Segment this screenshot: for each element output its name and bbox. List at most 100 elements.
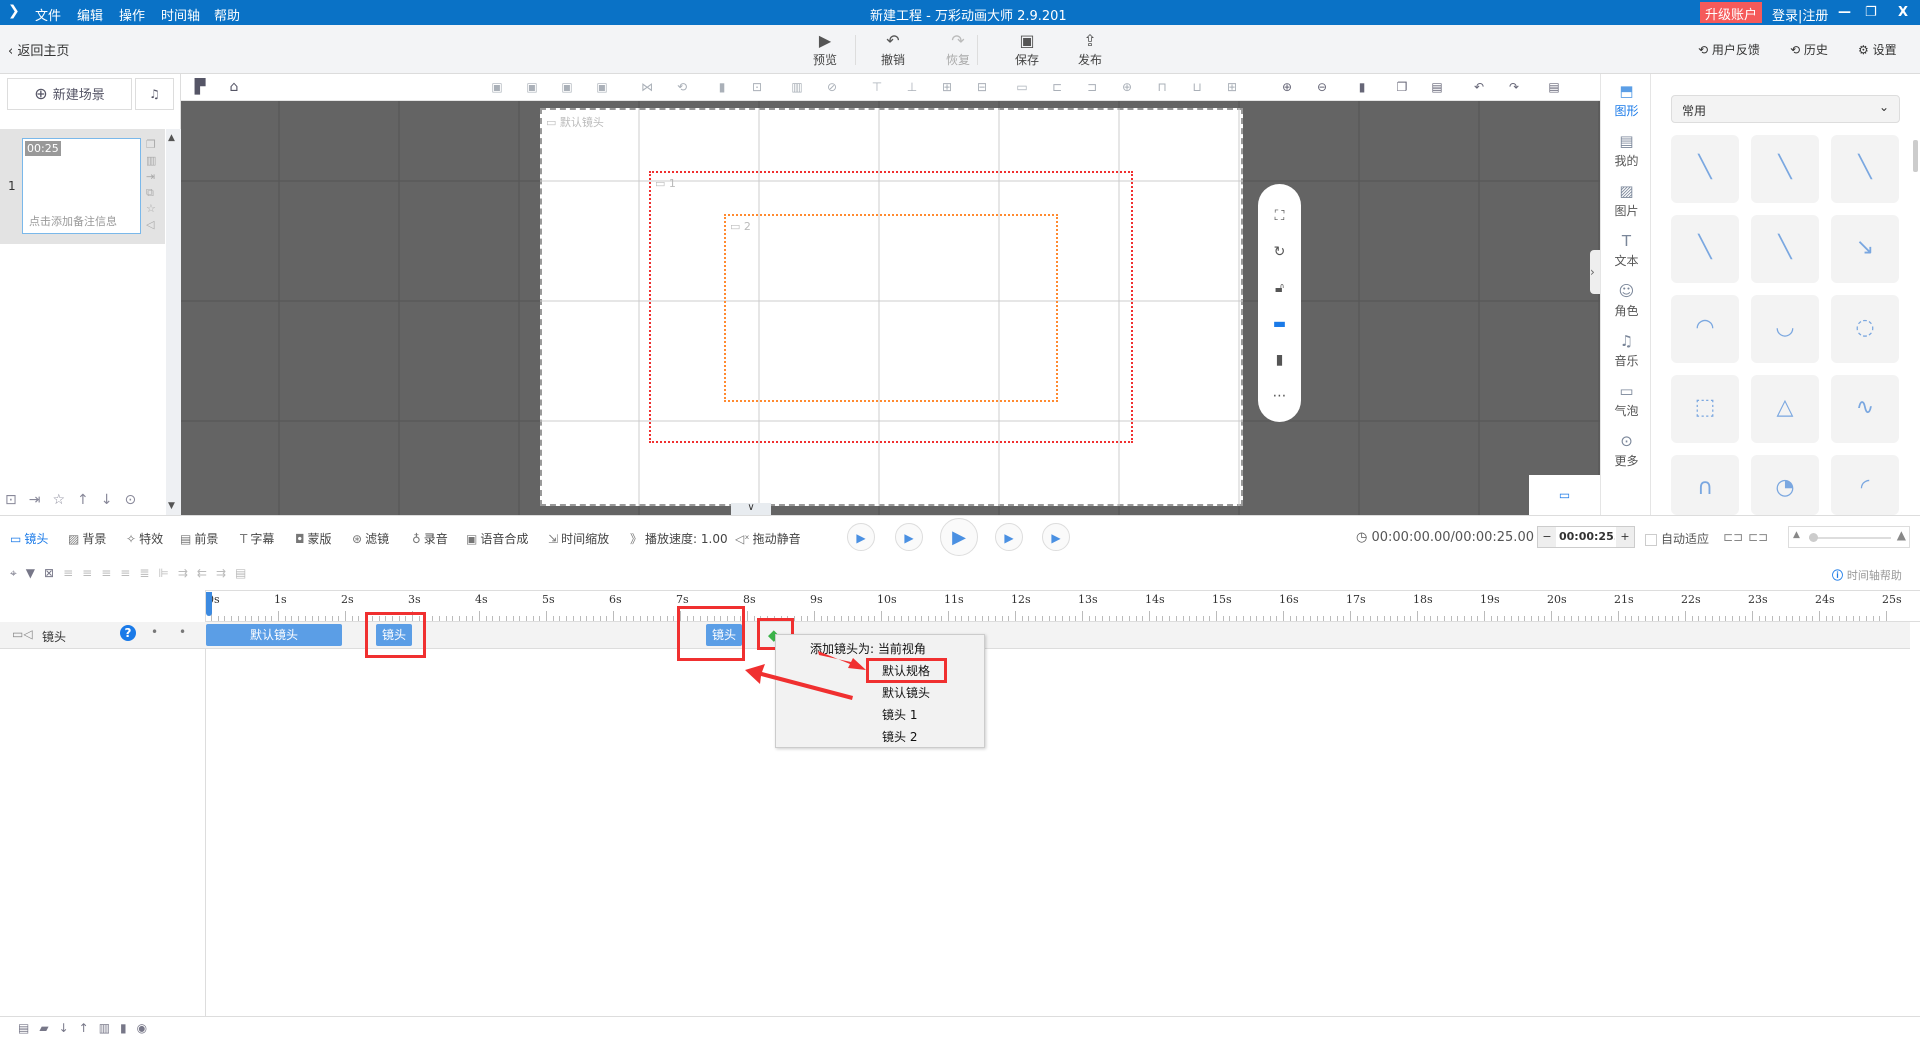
split-left-icon[interactable]: ⇇	[197, 566, 216, 580]
publish-button[interactable]: ⇪ 发布	[1065, 31, 1115, 68]
shape-tile[interactable]: △	[1751, 375, 1819, 443]
preview-button[interactable]: ▶ 预览	[800, 31, 850, 68]
fit-screen-icon[interactable]: ⛶	[1258, 198, 1301, 234]
slider-thumb[interactable]	[1809, 533, 1818, 542]
track-tab-subtitle[interactable]: T 字幕	[240, 530, 274, 547]
track-tab-mic[interactable]: ♁ 录音	[412, 530, 448, 547]
align-left-icon[interactable]: ⊏	[1050, 80, 1064, 94]
shape-tile[interactable]: ╲	[1671, 215, 1739, 283]
scroll-down-icon[interactable]: ▼	[168, 501, 175, 511]
split-right-icon[interactable]: ⇉	[216, 566, 235, 580]
zoom-reset-icon[interactable]: ⊏⊐	[1748, 530, 1768, 544]
shape-tile[interactable]: ╲	[1751, 135, 1819, 203]
timeline-help-link[interactable]: ⓘ 时间轴帮助	[1832, 567, 1902, 583]
lock-icon[interactable]: ▮	[120, 1021, 137, 1035]
category-character[interactable]: ☺ 角色	[1601, 282, 1652, 319]
shape-tile[interactable]: ╲	[1751, 215, 1819, 283]
login-register-link[interactable]: 登录|注册	[1772, 5, 1828, 24]
menu-item-camera-1[interactable]: 镜头 1	[882, 706, 917, 723]
align-right-icon[interactable]: ≡	[82, 566, 101, 580]
scene-thumbnail[interactable]: 00:25 点击添加备注信息	[22, 138, 141, 234]
new-scene-button[interactable]: ⊕ 新建场景	[7, 78, 132, 110]
merge-icon[interactable]: ⇉	[178, 566, 197, 580]
category-my-assets[interactable]: ▤ 我的	[1601, 132, 1652, 169]
shape-tile[interactable]: ◜	[1831, 455, 1899, 515]
track-tab-filter[interactable]: ⊛ 滤镜	[352, 530, 389, 547]
distribute-horizontal-icon[interactable]: ⊞	[1225, 80, 1239, 94]
stage[interactable]: ▭ 默认镜头 ▭ 1 ▭ 2	[540, 108, 1243, 506]
shape-tile[interactable]: ⬚	[1671, 375, 1739, 443]
expand-panel-handle[interactable]: ›	[1590, 250, 1600, 294]
bookmark-icon[interactable]: ▤	[235, 566, 255, 580]
align-top-icon[interactable]: ⊤	[870, 80, 884, 94]
unlock-icon[interactable]: 🔓︎	[1258, 270, 1301, 306]
restore-icon[interactable]: ❐	[1865, 5, 1877, 20]
flip-icon[interactable]: ⋈	[640, 80, 654, 94]
align-vertical-icon[interactable]: ⊟	[975, 80, 989, 94]
asset-scrollbar[interactable]	[1913, 140, 1918, 172]
close-icon[interactable]: X	[1898, 5, 1908, 20]
distribute-icon[interactable]: ⊞	[940, 80, 954, 94]
category-image[interactable]: ▨ 图片	[1601, 182, 1652, 219]
shape-tile[interactable]: ∩	[1671, 455, 1739, 515]
stretch-icon[interactable]: ⊫	[158, 566, 177, 580]
collapse-timeline-handle[interactable]: ∨	[731, 503, 771, 515]
rotate-icon[interactable]: ↻	[1258, 234, 1301, 270]
undo-icon[interactable]: ↶	[1472, 80, 1486, 94]
insert-icon[interactable]: ⊡	[5, 492, 29, 508]
bring-forward-icon[interactable]: ▣	[525, 80, 539, 94]
scene-music-button[interactable]: ♫	[135, 78, 174, 110]
replace-icon[interactable]: ⧉	[146, 185, 158, 201]
shape-tile[interactable]: ∿	[1831, 375, 1899, 443]
star-icon[interactable]: ☆	[146, 201, 158, 217]
shape-tile[interactable]: ╲	[1831, 135, 1899, 203]
track-tab-tts[interactable]: ▣ 语音合成	[466, 530, 528, 547]
menu-timeline[interactable]: 时间轴	[161, 5, 200, 24]
group-icon[interactable]: ⊡	[750, 80, 764, 94]
redo-icon[interactable]: ↷	[1507, 80, 1521, 94]
shape-tile[interactable]: ╲	[1671, 135, 1739, 203]
zoom-fit-icon[interactable]: ⊏⊐	[1723, 530, 1743, 544]
undo-button[interactable]: ↶ 撤销	[868, 31, 918, 68]
zoom-in-icon[interactable]: ⊕	[1280, 80, 1294, 94]
timeline-ruler[interactable]: 0s 1s 2s 3s 4s 5s 6s 7s 8s 9s 10s 11s 12s 13s 14s 15s 16…	[206, 590, 1920, 622]
landscape-icon[interactable]: ▬	[1258, 306, 1301, 342]
move-up-icon[interactable]: ↑	[79, 1021, 99, 1035]
category-shape[interactable]: ⬒ 图形	[1601, 82, 1652, 119]
dot-icon[interactable]: •	[151, 625, 158, 639]
track-tab-time-scale[interactable]: ⇲ 时间缩放	[548, 530, 609, 547]
prev-frame-icon[interactable]: ▶	[895, 523, 923, 551]
arrow-up-icon[interactable]: ↑	[77, 492, 101, 508]
filter-icon[interactable]: ▼	[26, 566, 44, 580]
clip-default-camera[interactable]: 默认镜头	[206, 624, 342, 646]
locate-icon[interactable]: ⌖	[10, 566, 26, 580]
prev-scene-icon[interactable]: ▶	[847, 523, 875, 551]
menu-edit[interactable]: 编辑	[77, 5, 103, 24]
canvas-area[interactable]: ▭ 默认镜头 ▭ 1 ▭ 2 ⛶ ↻ 🔓︎ ▬ ▮ ⋯ › ∨ ▭	[181, 101, 1600, 515]
redo-button[interactable]: ↷ 恢复	[933, 31, 983, 68]
menu-item-default-camera[interactable]: 默认镜头	[882, 684, 930, 701]
import-icon[interactable]: ⇥	[29, 492, 53, 508]
duration-input[interactable]: 00:00:25.0	[1559, 527, 1615, 547]
category-music[interactable]: ♫ 音乐	[1601, 332, 1652, 369]
arrow-down-icon[interactable]: ↓	[101, 492, 125, 508]
shape-tile[interactable]: ◠	[1671, 295, 1739, 363]
star-icon[interactable]: ☆	[52, 492, 77, 508]
minimize-icon[interactable]: —	[1838, 5, 1851, 20]
menu-help[interactable]: 帮助	[214, 5, 240, 24]
scene-scrollbar[interactable]: ▲ ▼	[166, 129, 181, 515]
trash-icon[interactable]: ▥	[146, 153, 158, 169]
zoom-out-icon[interactable]: ⊖	[1315, 80, 1329, 94]
align-end-icon[interactable]: ≡	[120, 566, 139, 580]
history-button[interactable]: ⟲ 历史	[1790, 41, 1828, 58]
camera-2-frame[interactable]: ▭ 2	[724, 214, 1058, 402]
settings-button[interactable]: ⚙ 设置	[1858, 41, 1897, 58]
shape-tile[interactable]: ◔	[1751, 455, 1819, 515]
bring-front-icon[interactable]: ▣	[490, 80, 504, 94]
align-start-icon[interactable]: ≡	[101, 566, 120, 580]
play-icon[interactable]: ▶	[940, 518, 978, 556]
track-tab-effects[interactable]: ✧ 特效	[126, 530, 163, 547]
track-tab-background[interactable]: ▨ 背景	[68, 530, 106, 547]
align-top-edge-icon[interactable]: ⊓	[1155, 80, 1169, 94]
align-left-icon[interactable]: ≡	[63, 566, 82, 580]
